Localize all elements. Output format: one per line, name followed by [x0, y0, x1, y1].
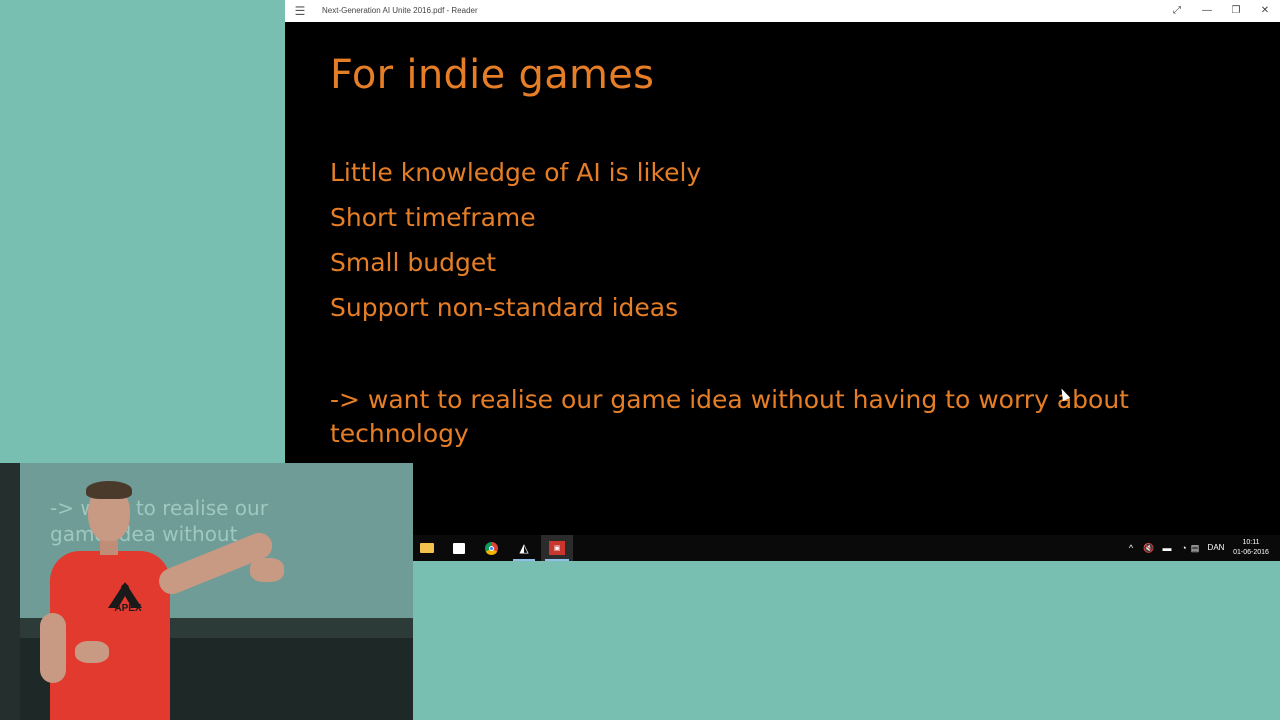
stage-edge [0, 463, 20, 720]
title-bar: ☰ Next-Generation AI Unite 2016.pdf - Re… [285, 0, 1280, 22]
speaker-hand [75, 641, 109, 663]
slide-bullet: Short timeframe [330, 203, 536, 232]
file-explorer-icon[interactable] [412, 535, 442, 561]
speaker-arm [40, 613, 66, 683]
input-language[interactable]: DAN [1204, 535, 1228, 561]
speaker-shirt [50, 551, 170, 720]
restore-button[interactable]: ❐ [1222, 0, 1250, 22]
speaker-video-overlay: -> want to realise our game idea without… [0, 463, 413, 720]
notification-icon[interactable]: ▤ [1188, 535, 1202, 561]
speaker-hand [250, 558, 284, 582]
fullscreen-button[interactable]: ⤢ [1163, 0, 1191, 22]
chrome-icon[interactable] [476, 535, 506, 561]
slide-bullet: Little knowledge of AI is likely [330, 158, 702, 187]
slide-title: For indie games [330, 52, 655, 98]
minimize-button[interactable]: — [1193, 0, 1221, 22]
window-title: Next-Generation AI Unite 2016.pdf - Read… [322, 6, 478, 15]
unity-icon[interactable]: ◭ [509, 535, 539, 561]
tray-chevron-up-icon[interactable]: ^ [1123, 535, 1139, 561]
reader-window: ☰ Next-Generation AI Unite 2016.pdf - Re… [285, 0, 1280, 535]
close-button[interactable]: ✕ [1251, 0, 1279, 22]
speaker-hair [86, 481, 132, 499]
slide-bullet: Support non-standard ideas [330, 293, 679, 322]
pdf-slide: For indie games Little knowledge of AI i… [285, 22, 1280, 535]
store-icon[interactable] [444, 535, 474, 561]
slide-bullet: Small budget [330, 248, 497, 277]
slide-summary: -> want to realise our game idea without… [330, 385, 1129, 448]
hamburger-menu-icon[interactable]: ☰ [294, 4, 306, 18]
shirt-logo-text: APEX [114, 603, 142, 614]
clock-time: 10:11 [1242, 539, 1260, 546]
clock[interactable]: 10:11 01-06-2016 [1229, 538, 1273, 564]
taskbar: ⚲ ▭ e ◭ ▣ ^ 🔇 ▬ ◔ ▤ DAN 10:11 01-06-2016 [285, 535, 1280, 561]
battery-icon[interactable]: ▬ [1158, 535, 1176, 561]
apex-logo-icon [108, 582, 142, 608]
clock-date: 01-06-2016 [1233, 549, 1269, 556]
volume-muted-icon[interactable]: 🔇 [1140, 535, 1158, 561]
reader-app-icon[interactable]: ▣ [541, 535, 573, 561]
